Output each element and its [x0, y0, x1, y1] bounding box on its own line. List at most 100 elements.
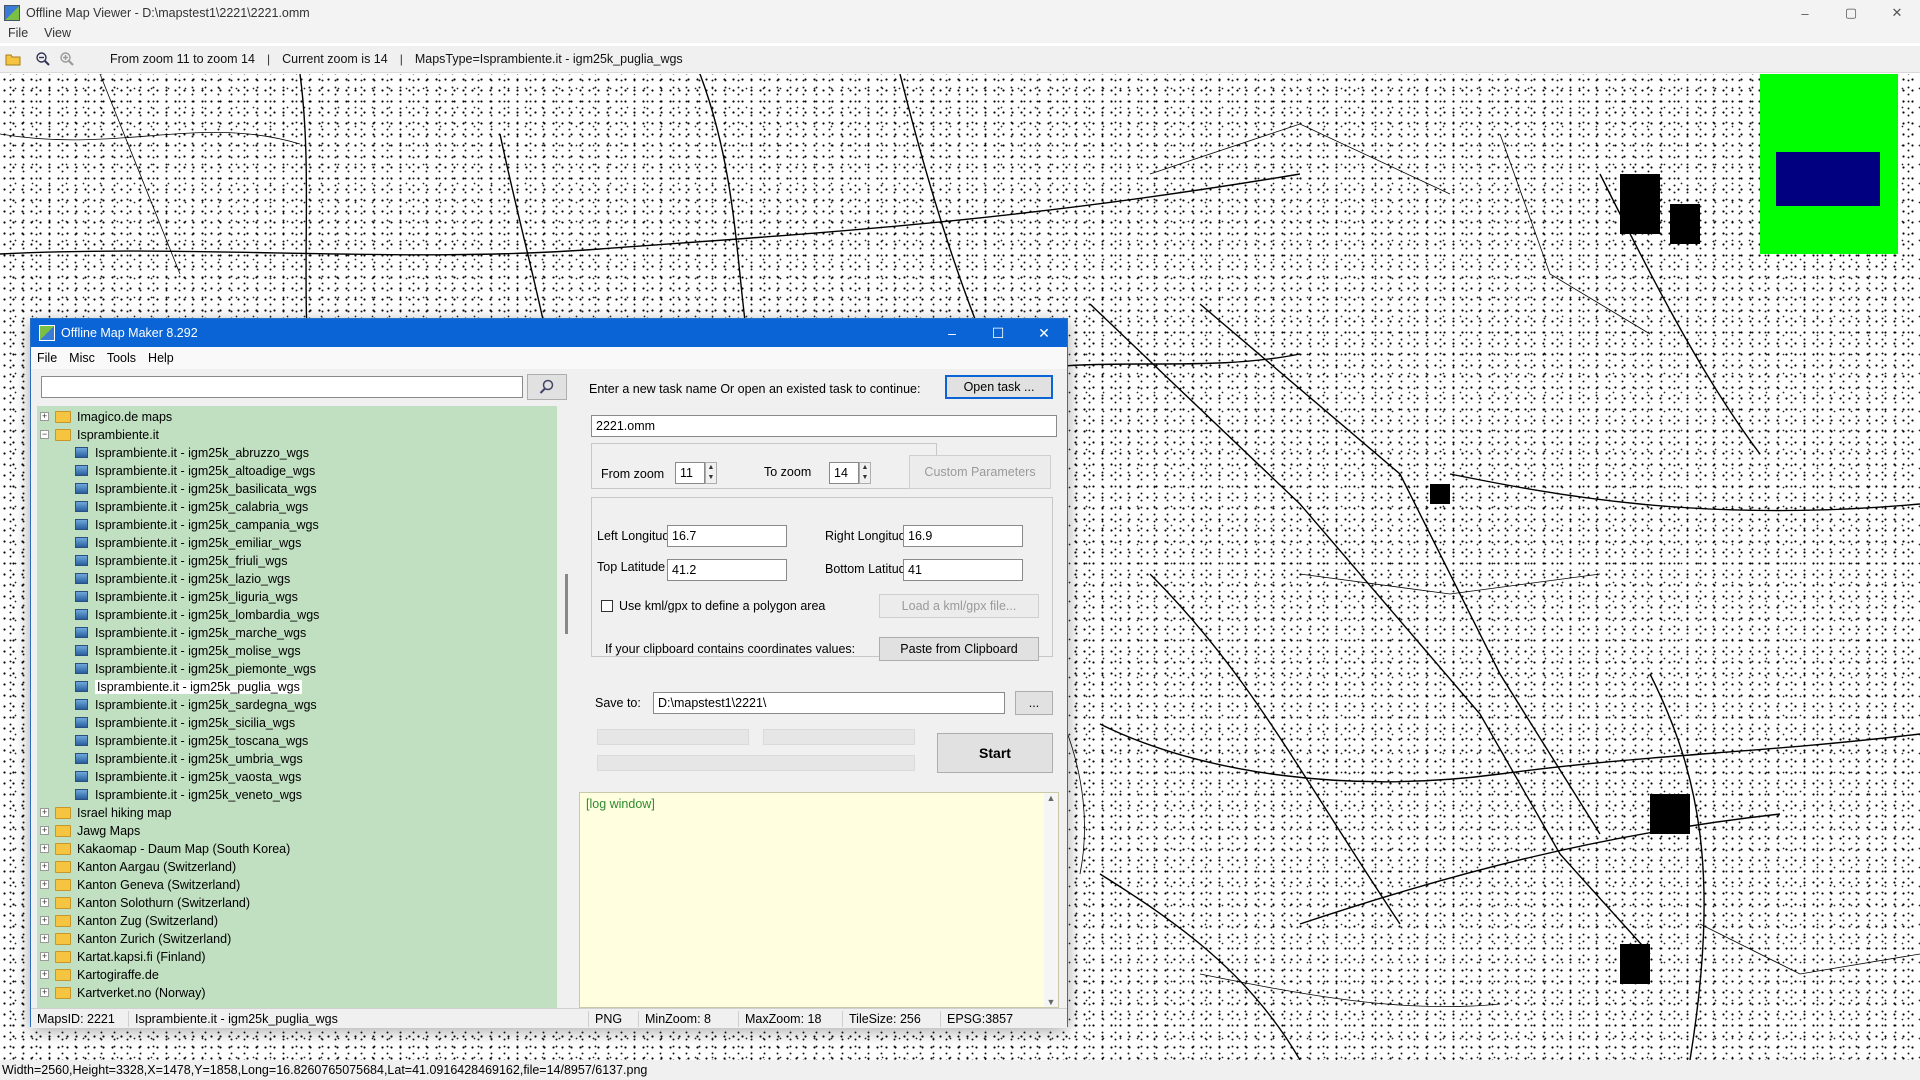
expand-icon[interactable]: + [40, 844, 49, 853]
tree-folder-item[interactable]: + Kanton Zurich (Switzerland) [37, 930, 557, 948]
tree-folder-item[interactable]: + Israel hiking map [37, 804, 557, 822]
tree-map-item[interactable]: Isprambiente.it - igm25k_vaosta_wgs [37, 768, 557, 786]
map-layer-icon [75, 735, 88, 746]
use-kml-checkbox[interactable] [601, 600, 613, 612]
folder-icon [55, 951, 71, 963]
paste-clipboard-button[interactable]: Paste from Clipboard [879, 637, 1039, 661]
expand-icon[interactable]: + [40, 826, 49, 835]
folder-open-icon [55, 429, 71, 441]
map-source-tree[interactable]: + Imagico.de maps − Isprambiente.it Isprambi… [37, 406, 557, 1008]
task-name-field[interactable]: 2221.omm [591, 415, 1057, 437]
progress-bar-total [597, 755, 915, 771]
tree-map-item[interactable]: Isprambiente.it - igm25k_umbria_wgs [37, 750, 557, 768]
tree-map-item[interactable]: Isprambiente.it - igm25k_liguria_wgs [37, 588, 557, 606]
expand-icon[interactable]: + [40, 934, 49, 943]
tree-map-item[interactable]: Isprambiente.it - igm25k_sardegna_wgs [37, 696, 557, 714]
zoom-in-icon[interactable] [56, 48, 78, 70]
tree-item-label: Kanton Aargau (Switzerland) [77, 860, 237, 874]
tree-map-item[interactable]: Isprambiente.it - igm25k_marche_wgs [37, 624, 557, 642]
use-kml-label: Use kml/gpx to define a polygon area [619, 599, 826, 613]
tree-map-item[interactable]: Isprambiente.it - igm25k_veneto_wgs [37, 786, 557, 804]
expand-icon[interactable]: + [40, 952, 49, 961]
tree-folder-item[interactable]: + Kanton Zug (Switzerland) [37, 912, 557, 930]
to-zoom-field[interactable]: 14 [829, 462, 859, 484]
tree-scrollbar[interactable] [559, 406, 577, 1008]
start-button[interactable]: Start [937, 733, 1053, 773]
expand-icon[interactable]: + [40, 412, 49, 421]
to-zoom-label: To zoom [764, 465, 812, 479]
expand-icon[interactable]: + [40, 916, 49, 925]
tree-map-item[interactable]: Isprambiente.it - igm25k_campania_wgs [37, 516, 557, 534]
search-button[interactable] [527, 374, 567, 400]
dialog-maximize-button[interactable]: ☐ [975, 319, 1021, 347]
minimap-viewport[interactable] [1776, 152, 1880, 206]
load-kml-button[interactable]: Load a kml/gpx file... [879, 594, 1039, 618]
tree-scroll-thumb[interactable] [565, 574, 568, 634]
log-scrollbar[interactable]: ▲ ▼ [1044, 793, 1058, 1007]
bottom-latitude-field[interactable]: 41 [903, 559, 1023, 581]
dialog-minimize-button[interactable]: – [929, 319, 975, 347]
tree-map-item[interactable]: Isprambiente.it - igm25k_molise_wgs [37, 642, 557, 660]
save-path-field[interactable]: D:\mapstest1\2221\ [653, 692, 1005, 714]
custom-parameters-button[interactable]: Custom Parameters [909, 455, 1051, 489]
tree-folder-item[interactable]: + Kanton Geneva (Switzerland) [37, 876, 557, 894]
tree-map-item[interactable]: Isprambiente.it - igm25k_puglia_wgs [37, 678, 557, 696]
tree-folder-item[interactable]: + Jawg Maps [37, 822, 557, 840]
left-longitude-field[interactable]: 16.7 [667, 525, 787, 547]
tree-folder-item[interactable]: + Kanton Solothurn (Switzerland) [37, 894, 557, 912]
tree-folder-item[interactable]: + Kartverket.no (Norway) [37, 984, 557, 1002]
expand-icon[interactable]: + [40, 988, 49, 997]
minimap[interactable] [1760, 74, 1898, 254]
tree-folder-item[interactable]: − Isprambiente.it [37, 426, 557, 444]
dialog-menu-misc[interactable]: Misc [63, 351, 101, 365]
expand-icon[interactable]: + [40, 898, 49, 907]
clipboard-label: If your clipboard contains coordinates v… [605, 642, 856, 656]
menu-file[interactable]: File [0, 26, 36, 40]
from-zoom-field[interactable]: 11 [675, 462, 705, 484]
maps-type-text: MapsType=Isprambiente.it - igm25k_puglia… [414, 52, 683, 66]
tree-item-label: Isprambiente.it - igm25k_campania_wgs [95, 518, 319, 532]
tree-map-item[interactable]: Isprambiente.it - igm25k_abruzzo_wgs [37, 444, 557, 462]
status-max-zoom: MaxZoom: 18 [739, 1010, 843, 1027]
tree-map-item[interactable]: Isprambiente.it - igm25k_lazio_wgs [37, 570, 557, 588]
dialog-menu-file[interactable]: File [31, 351, 63, 365]
open-folder-icon[interactable] [2, 48, 24, 70]
map-layer-icon [75, 699, 88, 710]
zoom-range-text: From zoom 11 to zoom 14 [110, 52, 255, 66]
tree-folder-item[interactable]: + Imagico.de maps [37, 408, 557, 426]
tree-map-item[interactable]: Isprambiente.it - igm25k_sicilia_wgs [37, 714, 557, 732]
tree-folder-item[interactable]: + Kakaomap - Daum Map (South Korea) [37, 840, 557, 858]
app-icon [4, 5, 20, 21]
tree-folder-item[interactable]: + Kanton Aargau (Switzerland) [37, 858, 557, 876]
dialog-menu-help[interactable]: Help [142, 351, 180, 365]
tree-folder-item[interactable]: + Kartogiraffe.de [37, 966, 557, 984]
expand-icon[interactable]: + [40, 880, 49, 889]
browse-button[interactable]: ... [1015, 691, 1053, 715]
zoom-out-icon[interactable] [32, 48, 54, 70]
expand-icon[interactable]: + [40, 808, 49, 817]
top-latitude-field[interactable]: 41.2 [667, 559, 787, 581]
menu-view[interactable]: View [36, 26, 79, 40]
open-task-button[interactable]: Open task ... [945, 375, 1053, 399]
viewer-menu-bar: File View [0, 22, 1920, 43]
tree-map-item[interactable]: Isprambiente.it - igm25k_altoadige_wgs [37, 462, 557, 480]
tree-map-item[interactable]: Isprambiente.it - igm25k_friuli_wgs [37, 552, 557, 570]
tree-map-item[interactable]: Isprambiente.it - igm25k_toscana_wgs [37, 732, 557, 750]
collapse-icon[interactable]: − [40, 430, 49, 439]
right-longitude-field[interactable]: 16.9 [903, 525, 1023, 547]
expand-icon[interactable]: + [40, 862, 49, 871]
dialog-close-button[interactable]: ✕ [1021, 319, 1067, 347]
tree-map-item[interactable]: Isprambiente.it - igm25k_lombardia_wgs [37, 606, 557, 624]
from-zoom-label: From zoom [601, 467, 665, 481]
tree-folder-item[interactable]: + Kartat.kapsi.fi (Finland) [37, 948, 557, 966]
expand-icon[interactable]: + [40, 970, 49, 979]
log-window[interactable]: [log window] ▲ ▼ [579, 792, 1059, 1008]
map-search-input[interactable] [41, 376, 523, 398]
tree-map-item[interactable]: Isprambiente.it - igm25k_emiliar_wgs [37, 534, 557, 552]
from-zoom-spinner[interactable]: ▲ ▼ [705, 462, 717, 484]
tree-map-item[interactable]: Isprambiente.it - igm25k_calabria_wgs [37, 498, 557, 516]
to-zoom-spinner[interactable]: ▲ ▼ [859, 462, 871, 484]
tree-map-item[interactable]: Isprambiente.it - igm25k_piemonte_wgs [37, 660, 557, 678]
tree-map-item[interactable]: Isprambiente.it - igm25k_basilicata_wgs [37, 480, 557, 498]
dialog-menu-tools[interactable]: Tools [101, 351, 142, 365]
